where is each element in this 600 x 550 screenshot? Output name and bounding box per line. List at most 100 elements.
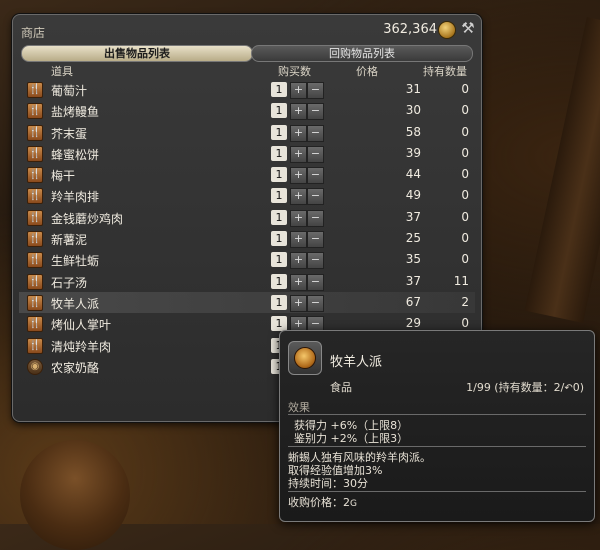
item-price: 49 [405,188,421,203]
item-row[interactable]: 🍴 梅干 1 + − 44 0 [19,164,475,185]
tooltip-sell-price: 收购价格：2G [288,494,357,510]
background-beam [524,17,600,323]
quantity-field[interactable]: 1 [271,145,287,161]
item-price: 35 [405,252,421,267]
item-price: 67 [405,294,421,309]
tab-buyback-list[interactable]: 回购物品列表 [251,45,473,62]
tooltip-stack: 1/99 (持有数量：2/↶0) [466,379,584,395]
item-row[interactable]: 🍴 葡萄汁 1 + − 31 0 [19,79,475,100]
item-price: 31 [405,82,421,96]
fork-knife-icon: 🍴 [27,337,43,354]
tooltip-stack-text: 1/99 (持有数量：2/ [466,381,565,394]
item-price: 39 [405,145,421,160]
tooltip-divider [288,414,586,415]
item-owned: 0 [461,82,469,96]
item-row[interactable]: 🍴 金钱蘑炒鸡肉 1 + − 37 0 [19,207,475,228]
background-barrel [20,440,130,550]
item-row[interactable]: 🍴 盐烤鳗鱼 1 + − 30 0 [19,100,475,121]
quantity-field[interactable]: 1 [271,252,287,268]
minus-button[interactable]: − [307,103,324,121]
minus-button[interactable]: − [307,82,324,99]
minus-button[interactable]: − [307,188,324,206]
fork-knife-icon: 🍴 [27,231,43,248]
fork-knife-icon: 🍴 [27,209,43,226]
item-price: 37 [405,273,421,288]
tools-icon[interactable]: ⚒ [459,19,477,37]
tooltip-divider [288,446,586,447]
plus-button[interactable]: + [290,252,307,270]
item-name: 农家奶酪 [51,360,100,375]
item-price: 37 [405,209,421,224]
tooltip-category: 食品 [330,381,352,394]
quantity-field[interactable]: 1 [271,294,287,310]
plus-button[interactable]: + [290,103,307,121]
quantity-field[interactable]: 1 [271,124,287,140]
plus-button[interactable]: + [290,209,307,227]
item-row[interactable]: 🍴 新薯泥 1 + − 25 0 [19,228,475,249]
column-header-price: 价格 [356,65,378,78]
minus-button[interactable]: − [307,124,324,142]
tab-bar: 出售物品列表 回购物品列表 [21,45,473,62]
plus-button[interactable]: + [290,145,307,163]
plus-button[interactable]: + [290,188,307,206]
tab-sell-list[interactable]: 出售物品列表 [21,45,253,62]
plus-button[interactable]: + [290,82,307,99]
item-owned: 0 [461,316,469,331]
gil-amount: 362,364 [383,22,437,37]
plus-button[interactable]: + [290,124,307,142]
plus-button[interactable]: + [290,167,307,185]
plus-button[interactable]: + [290,273,307,291]
item-row[interactable]: 🍴 牧羊人派 1 + − 67 2 [19,291,475,314]
tooltip-effect-title: 效果 [288,401,310,414]
window-title: 商店 [21,26,46,40]
item-owned: 0 [461,103,469,118]
item-price: 30 [405,103,421,118]
minus-button[interactable]: − [307,273,324,291]
fork-knife-icon: 🍴 [27,82,43,98]
quantity-field[interactable]: 1 [271,231,287,247]
tooltip-item-name: 牧羊人派 [330,355,383,370]
plus-button[interactable]: + [290,231,307,249]
item-name: 盐烤鳗鱼 [51,105,100,120]
item-name: 清炖羚羊肉 [51,339,112,354]
cheese-plate-icon: ◉ [27,358,43,375]
item-owned: 0 [461,124,469,139]
item-tooltip: 牧羊人派 食品 1/99 (持有数量：2/↶0) 效果 获得力 +6%（上限8）… [279,330,595,522]
gil-coin-icon [438,21,456,39]
item-row[interactable]: 🍴 羚羊肉排 1 + − 49 0 [19,185,475,206]
minus-button[interactable]: − [307,294,324,312]
fork-knife-icon: 🍴 [27,252,43,269]
minus-button[interactable]: − [307,167,324,185]
item-name: 葡萄汁 [51,84,88,98]
quantity-field[interactable]: 1 [271,273,287,289]
plus-button[interactable]: + [290,294,307,312]
shepherds-pie-icon [288,341,322,375]
tooltip-effect-2: 鉴别力 +2%（上限3） [294,432,409,445]
quantity-field[interactable]: 1 [271,188,287,204]
item-owned: 11 [453,273,469,288]
minus-button[interactable]: − [307,145,324,163]
quantity-field[interactable]: 1 [271,103,287,119]
fork-knife-icon: 🍴 [27,188,43,205]
quantity-field[interactable]: 1 [271,167,287,183]
fork-knife-icon: 🍴 [27,167,43,184]
column-header-qty: 购买数 [278,65,311,78]
minus-button[interactable]: − [307,209,324,227]
item-owned: 0 [461,145,469,160]
item-name: 烤仙人掌叶 [51,318,112,333]
quantity-field[interactable]: 1 [271,82,287,97]
item-row[interactable]: 🍴 生鲜牡蛎 1 + − 35 0 [19,249,475,270]
item-row[interactable]: 🍴 石子汤 1 + − 37 11 [19,271,475,292]
item-name: 芥末蛋 [51,126,88,141]
item-name: 羚羊肉排 [51,190,100,205]
item-row[interactable]: 🍴 蜂蜜松饼 1 + − 39 0 [19,143,475,164]
minus-button[interactable]: − [307,252,324,270]
minus-button[interactable]: − [307,231,324,249]
item-price: 44 [405,167,421,182]
item-price: 58 [405,124,421,139]
fork-knife-icon: 🍴 [27,273,43,290]
item-row[interactable]: 🍴 芥末蛋 1 + − 58 0 [19,122,475,143]
gil-unit-icon: G [350,499,357,509]
item-name: 新薯泥 [51,233,88,248]
quantity-field[interactable]: 1 [271,209,287,225]
